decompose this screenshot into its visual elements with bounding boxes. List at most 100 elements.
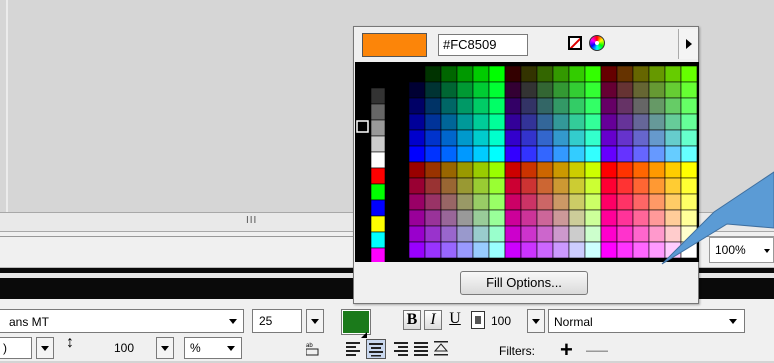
scroll-right-arrow-icon[interactable] — [764, 216, 770, 226]
swatch-cell — [456, 177, 474, 195]
swatch-cell — [370, 167, 386, 185]
swatch-cell — [552, 161, 570, 179]
swatch-cell — [632, 129, 650, 147]
swatch-cell — [664, 225, 682, 243]
swatch-grid-svg[interactable] — [355, 62, 699, 262]
swatch-cell — [456, 161, 474, 179]
font-size-input[interactable]: 25 — [252, 309, 302, 333]
swatch-cell — [616, 97, 634, 115]
color-wheel-icon[interactable] — [589, 35, 605, 51]
swatch-cell — [584, 225, 602, 243]
swatch-cell — [456, 129, 474, 147]
swatch-cell — [440, 65, 458, 83]
remove-filter-button[interactable]: — — [586, 337, 608, 363]
swatch-cell — [488, 225, 506, 243]
line-spacing-dropdown-button[interactable] — [156, 337, 174, 359]
panel-menu-button[interactable] — [678, 29, 698, 59]
swatch-cell — [504, 161, 522, 179]
stage-left-border — [6, 0, 8, 212]
swatch-cell — [472, 129, 490, 147]
swatch-cell — [648, 225, 666, 243]
text-color-swatch[interactable] — [341, 309, 371, 338]
blend-mode-select[interactable]: Normal — [548, 309, 745, 333]
swatch-cell — [616, 193, 634, 211]
swatch-cell — [552, 81, 570, 99]
line-spacing-icon: ↕ — [66, 334, 74, 351]
opacity-input[interactable]: 100 — [489, 309, 524, 333]
swatch-cell — [552, 177, 570, 195]
swatch-cell — [408, 81, 426, 99]
swatch-cell — [616, 161, 634, 179]
swatch-cell — [408, 161, 426, 179]
swatch-cell — [440, 177, 458, 195]
swatch-cell — [456, 193, 474, 211]
swatch-cell — [680, 81, 698, 99]
swatch-grid[interactable] — [355, 62, 699, 262]
swatch-cell — [370, 71, 386, 89]
swatch-cell — [370, 199, 386, 217]
swatch-cell — [664, 145, 682, 163]
align-justify-icon[interactable] — [414, 342, 430, 356]
color-preview-swatch — [362, 33, 427, 57]
zoom-value: 100% — [715, 243, 746, 257]
swatch-cell — [632, 65, 650, 83]
text-direction-icon[interactable]: ab — [305, 341, 320, 358]
add-filter-button[interactable]: + — [560, 337, 573, 363]
letter-spacing-input[interactable]: ) — [0, 337, 32, 359]
swatch-cell — [408, 209, 426, 227]
swatch-cell — [408, 97, 426, 115]
swatch-cell — [440, 241, 458, 259]
unit-select[interactable]: % — [184, 337, 242, 359]
swatch-cell — [408, 145, 426, 163]
align-center-icon[interactable] — [366, 339, 386, 359]
filters-label: Filters: — [499, 344, 535, 358]
no-color-icon[interactable] — [568, 36, 582, 50]
swatch-cell — [536, 145, 554, 163]
dropdown-corner-icon — [361, 326, 367, 338]
swatch-cell — [472, 81, 490, 99]
swatch-cell — [616, 65, 634, 83]
swatch-cell — [600, 113, 618, 131]
opacity-dropdown-button[interactable] — [527, 309, 545, 333]
swatch-cell — [584, 113, 602, 131]
swatch-cell — [504, 97, 522, 115]
scrollbar-grip[interactable]: III — [246, 215, 257, 226]
underline-button[interactable]: U — [446, 310, 464, 330]
swatch-cell — [664, 161, 682, 179]
swatch-cell — [648, 177, 666, 195]
zoom-select[interactable]: 100% — [709, 237, 774, 263]
swatch-cell — [520, 225, 538, 243]
hex-color-input[interactable]: #FC8509 — [438, 34, 528, 56]
letter-spacing-dropdown-button[interactable] — [36, 337, 54, 359]
swatch-cell — [600, 81, 618, 99]
chevron-down-icon — [764, 249, 770, 253]
font-family-select[interactable]: ans MT — [0, 309, 244, 333]
svg-text:ab: ab — [306, 343, 313, 349]
selected-swatch-indicator — [356, 120, 369, 133]
vertical-align-icon[interactable] — [433, 341, 449, 360]
align-left-icon[interactable] — [346, 342, 362, 356]
fill-options-button[interactable]: Fill Options... — [460, 271, 588, 295]
swatch-cell — [424, 113, 442, 131]
italic-button[interactable]: I — [424, 310, 442, 330]
swatch-cell — [440, 145, 458, 163]
swatch-cell — [424, 225, 442, 243]
swatch-cell — [520, 145, 538, 163]
swatch-cell — [488, 241, 506, 259]
swatch-cell — [680, 65, 698, 83]
chevron-down-icon — [729, 319, 737, 324]
bold-button[interactable]: B — [403, 310, 421, 330]
swatch-cell — [504, 241, 522, 259]
align-right-icon[interactable] — [392, 342, 408, 356]
swatch-cell — [632, 177, 650, 195]
swatch-cell — [568, 145, 586, 163]
swatch-cell — [648, 65, 666, 83]
swatch-cell — [440, 161, 458, 179]
chevron-down-icon — [532, 319, 540, 324]
chevron-down-icon — [311, 319, 319, 324]
swatch-cell — [440, 97, 458, 115]
font-size-dropdown-button[interactable] — [306, 309, 324, 333]
swatch-cell — [456, 241, 474, 259]
swatch-cell — [520, 65, 538, 83]
line-spacing-input[interactable]: 100 — [110, 337, 154, 359]
